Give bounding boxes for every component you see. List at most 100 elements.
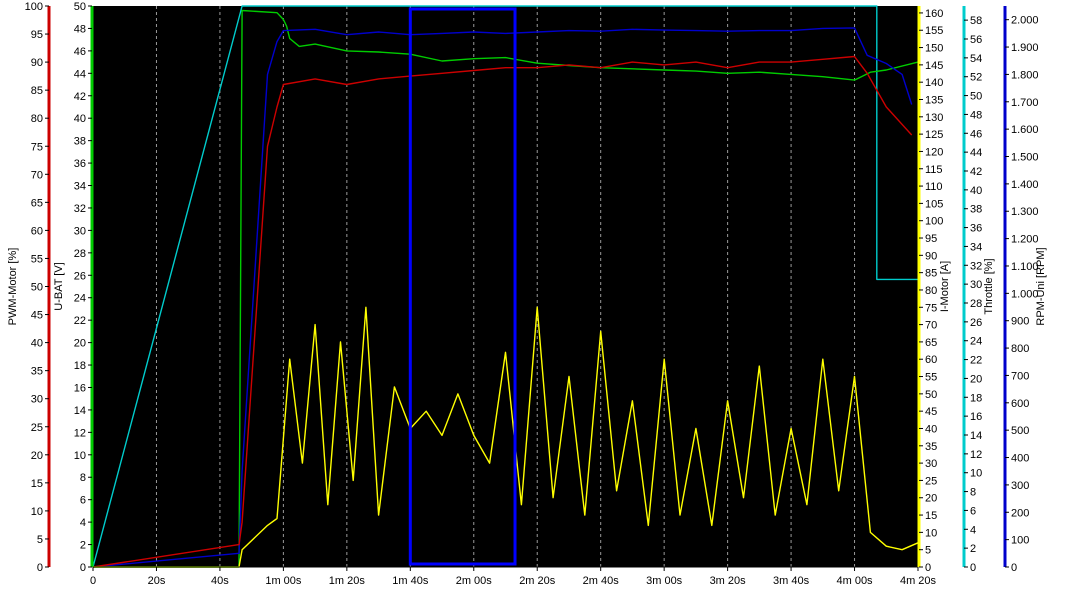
throttle-tick-label: 18 [970, 392, 982, 404]
ubat-tick-label: 14 [74, 405, 86, 417]
throttle-tick-label: 58 [970, 15, 982, 27]
imotor-tick-label: 125 [925, 129, 943, 141]
ubat-tick-label: 34 [74, 181, 86, 193]
throttle-tick-label: 28 [970, 298, 982, 310]
rpm-tick-label: 300 [1011, 480, 1029, 492]
imotor-tick-label: 140 [925, 77, 943, 89]
rpm-tick-label: 900 [1011, 316, 1029, 328]
throttle-tick-label: 22 [970, 355, 982, 367]
ubat-tick-label: 46 [74, 46, 86, 58]
x-tick-label: 2m 00s [456, 575, 493, 587]
x-tick-label: 1m 20s [329, 575, 366, 587]
imotor-tick-label: 160 [925, 8, 943, 20]
ubat-tick-label: 42 [74, 91, 86, 103]
plot-background [93, 6, 918, 567]
rpm-axis-title: RPM-Uni [RPM] [1035, 247, 1047, 325]
pwm-tick-label: 95 [31, 29, 43, 41]
pwm-tick-label: 55 [31, 253, 43, 265]
ubat-tick-label: 2 [80, 540, 86, 552]
rpm-tick-label: 1.900 [1011, 42, 1039, 54]
pwm-tick-label: 75 [31, 141, 43, 153]
pwm-tick-label: 60 [31, 225, 43, 237]
x-tick-label: 4m 00s [836, 575, 873, 587]
throttle-tick-label: 26 [970, 317, 982, 329]
imotor-tick-label: 35 [925, 441, 937, 453]
ubat-tick-label: 38 [74, 136, 86, 148]
imotor-tick-label: 55 [925, 372, 937, 384]
imotor-tick-label: 100 [925, 216, 943, 228]
rpm-tick-label: 1.200 [1011, 234, 1039, 246]
imotor-tick-label: 150 [925, 43, 943, 55]
x-tick-label: 1m 40s [392, 575, 429, 587]
ubat-tick-label: 10 [74, 450, 86, 462]
ubat-tick-label: 24 [74, 293, 86, 305]
throttle-tick-label: 10 [970, 468, 982, 480]
throttle-tick-label: 56 [970, 34, 982, 46]
imotor-tick-label: 115 [925, 164, 943, 176]
throttle-tick-label: 50 [970, 91, 982, 103]
throttle-tick-label: 6 [970, 505, 976, 517]
throttle-tick-label: 20 [970, 373, 982, 385]
throttle-tick-label: 36 [970, 223, 982, 235]
rpm-tick-label: 1.600 [1011, 124, 1039, 136]
throttle-tick-label: 46 [970, 128, 982, 140]
imotor-tick-label: 85 [925, 268, 937, 280]
imotor-tick-label: 105 [925, 198, 943, 210]
throttle-tick-label: 2 [970, 543, 976, 555]
ubat-tick-label: 18 [74, 360, 86, 372]
ubat-tick-label: 6 [80, 495, 86, 507]
rpm-tick-label: 0 [1011, 562, 1017, 574]
pwm-tick-label: 100 [25, 1, 43, 13]
imotor-tick-label: 15 [925, 510, 937, 522]
imotor-tick-label: 155 [925, 25, 943, 37]
ubat-tick-label: 50 [74, 1, 86, 13]
throttle-tick-label: 32 [970, 260, 982, 272]
pwm-tick-label: 80 [31, 113, 43, 125]
telemetry-chart[interactable]: 0 20s 40s 1m 00s 1m 20s 1m 40s 2m 00s 2m 20s 2m … [0, 0, 1065, 595]
ubat-tick-label: 28 [74, 248, 86, 260]
rpm-tick-label: 600 [1011, 398, 1029, 410]
imotor-tick-label: 40 [925, 423, 937, 435]
imotor-tick-label: 45 [925, 406, 937, 418]
throttle-tick-label: 0 [970, 562, 976, 574]
imotor-tick-label: 130 [925, 112, 943, 124]
pwm-tick-label: 45 [31, 310, 43, 322]
x-tick-label: 3m 20s [710, 575, 747, 587]
x-tick-label: 3m 40s [773, 575, 810, 587]
imotor-tick-label: 0 [925, 562, 931, 574]
ubat-tick-label: 36 [74, 158, 86, 170]
pwm-tick-label: 10 [31, 506, 43, 518]
rpm-tick-label: 800 [1011, 343, 1029, 355]
ubat-tick-label: 32 [74, 203, 86, 215]
pwm-tick-label: 20 [31, 450, 43, 462]
throttle-tick-label: 24 [970, 336, 982, 348]
imotor-tick-label: 10 [925, 527, 937, 539]
throttle-tick-label: 52 [970, 72, 982, 84]
imotor-tick-label: 90 [925, 250, 937, 262]
throttle-tick-label: 8 [970, 487, 976, 499]
imotor-tick-label: 135 [925, 95, 943, 107]
pwm-tick-label: 5 [37, 534, 43, 546]
pwm-tick-label: 85 [31, 85, 43, 97]
pwm-axis-title: PWM-Motor [%] [7, 248, 19, 326]
imotor-tick-label: 25 [925, 475, 937, 487]
x-tick-label: 2m 20s [519, 575, 556, 587]
rpm-tick-label: 1.700 [1011, 97, 1039, 109]
rpm-tick-label: 1.400 [1011, 179, 1039, 191]
pwm-tick-label: 65 [31, 197, 43, 209]
throttle-tick-label: 16 [970, 411, 982, 423]
rpm-tick-label: 100 [1011, 535, 1029, 547]
throttle-tick-label: 40 [970, 185, 982, 197]
rpm-tick-label: 400 [1011, 453, 1029, 465]
ubat-tick-label: 44 [74, 68, 86, 80]
x-tick-label: 0 [90, 575, 96, 587]
ubat-tick-label: 40 [74, 113, 86, 125]
pwm-tick-label: 40 [31, 338, 43, 350]
imotor-tick-label: 60 [925, 354, 937, 366]
x-tick-label: 4m 20s [900, 575, 937, 587]
imotor-tick-label: 120 [925, 146, 943, 158]
imotor-tick-label: 70 [925, 320, 937, 332]
throttle-tick-label: 38 [970, 204, 982, 216]
throttle-tick-label: 48 [970, 109, 982, 121]
throttle-tick-label: 12 [970, 449, 982, 461]
